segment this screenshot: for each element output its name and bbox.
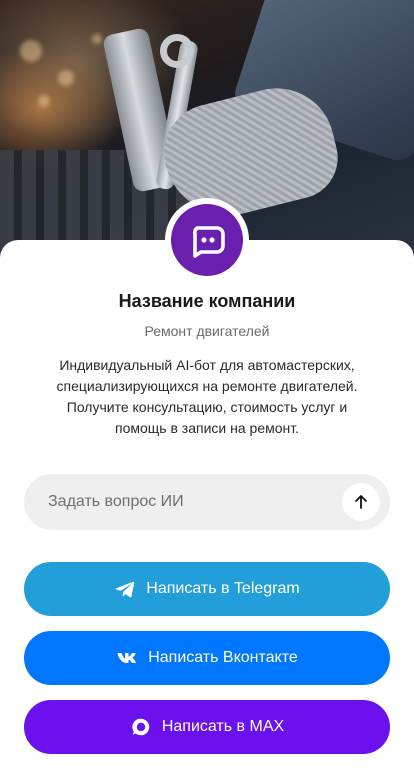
bokeh-light <box>20 40 42 62</box>
company-subtitle: Ремонт двигателей <box>144 323 270 339</box>
chat-bot-icon <box>193 226 225 258</box>
description-line: Индивидуальный AI-бот для автомастерских… <box>59 357 355 373</box>
bokeh-light <box>38 95 50 107</box>
ask-ai-input[interactable] <box>48 493 342 511</box>
bokeh-light <box>92 34 102 44</box>
description: Индивидуальный AI-бот для автомастерских… <box>30 355 384 439</box>
max-button[interactable]: Написать в MAX <box>24 700 390 754</box>
send-button[interactable] <box>342 483 380 521</box>
company-name: Название компании <box>118 291 296 311</box>
arrow-up-icon <box>355 495 367 509</box>
bokeh-light <box>58 70 74 86</box>
avatar-ring <box>165 198 249 282</box>
avatar <box>171 204 243 276</box>
telegram-icon <box>114 578 136 600</box>
ask-ai-box <box>24 474 390 530</box>
telegram-button[interactable]: Написать в Telegram <box>24 562 390 616</box>
description-line: помощь в записи на ремонт. <box>115 420 299 436</box>
description-line: специализирующихся на ремонте двигателей… <box>56 378 358 394</box>
vk-button-label: Написать Вконтакте <box>148 649 298 666</box>
page: Название компании Ремонт двигателей Инди… <box>0 0 414 770</box>
telegram-button-label: Написать в Telegram <box>146 580 300 597</box>
vk-icon <box>116 647 138 669</box>
max-button-label: Написать в MAX <box>161 718 285 735</box>
max-icon <box>130 716 152 738</box>
vk-button[interactable]: Написать Вконтакте <box>24 631 390 685</box>
description-line: Получите консультацию, стоимость услуг и <box>66 399 348 415</box>
hero-wrench-head <box>160 34 194 68</box>
